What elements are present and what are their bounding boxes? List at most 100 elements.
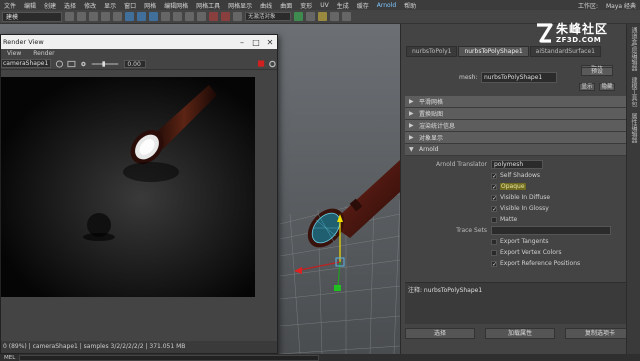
select-object-icon[interactable] [137, 12, 146, 21]
menu-item-create[interactable]: 创建 [40, 1, 60, 10]
opaque-checkbox[interactable]: ✓ [491, 183, 497, 190]
attribute-scroll-area[interactable]: ▶ 平滑网格 ▶ 置换贴图 ▶ 渲染统计信息 ▶ 对象显示 ▼ Arnold A… [405, 96, 629, 292]
workspace-value[interactable]: Maya 经典 [602, 1, 640, 10]
menu-item-deform[interactable]: 变形 [296, 1, 316, 10]
render-view-menubar: View Render [1, 49, 277, 58]
menu-item-mesh-tools[interactable]: 网格工具 [192, 1, 224, 10]
load-attributes-button[interactable]: 加载属性 [485, 328, 555, 339]
matte-checkbox[interactable] [491, 216, 497, 223]
menu-item-mesh-display[interactable]: 网格显示 [224, 1, 256, 10]
new-scene-icon[interactable] [65, 12, 74, 21]
hide-button[interactable]: 隐藏 [599, 83, 615, 91]
search-icon[interactable] [306, 12, 315, 21]
attribute-editor-tab[interactable]: 属性编辑器 [627, 110, 640, 146]
section-label: 渲染统计信息 [419, 123, 456, 130]
visible-in-glossy-checkbox[interactable]: ✓ [491, 205, 497, 212]
section-label: Arnold [419, 146, 439, 153]
render-settings-gear-icon[interactable] [268, 59, 277, 69]
render-settings-icon[interactable] [233, 12, 242, 21]
export-tangents-checkbox[interactable] [491, 238, 497, 245]
copy-tab-button[interactable]: 复制选项卡 [565, 328, 635, 339]
menu-item-generate[interactable]: 生成 [333, 1, 353, 10]
menu-item-curves[interactable]: 曲线 [256, 1, 276, 10]
exposure-value-field[interactable]: 0.00 [124, 59, 147, 68]
notes-panel[interactable]: 注释: nurbsToPolyShape1 [405, 282, 629, 324]
snap-point-icon[interactable] [185, 12, 194, 21]
render-view-menu-render[interactable]: Render [27, 50, 60, 57]
menu-item-surfaces[interactable]: 曲面 [276, 1, 296, 10]
close-icon[interactable]: ✕ [263, 38, 277, 47]
export-reference-positions-checkbox[interactable]: ✓ [491, 260, 497, 267]
section-label: 平滑网格 [419, 99, 444, 106]
save-scene-icon[interactable] [89, 12, 98, 21]
channel-box-tab[interactable]: 通道盒/层编辑器 [627, 24, 640, 74]
render-view-window[interactable]: Render View – □ ✕ View Render cameraShap… [0, 34, 278, 354]
menu-item-arnold[interactable]: Arnold [373, 2, 400, 9]
mel-label[interactable]: MEL [0, 355, 19, 361]
select-button[interactable]: 选择 [405, 328, 475, 339]
show-button[interactable]: 显示 [579, 83, 595, 91]
render-frame-icon[interactable] [209, 12, 218, 21]
menu-item-modify[interactable]: 修改 [80, 1, 100, 10]
section-render-stats[interactable]: ▶ 渲染统计信息 [405, 120, 629, 132]
presets-button[interactable]: 预设 [581, 67, 613, 76]
checkbox-label: Opaque [500, 183, 526, 190]
visible-in-diffuse-checkbox[interactable]: ✓ [491, 194, 497, 201]
sign-in-icon[interactable] [294, 12, 303, 21]
gear-icon[interactable] [79, 59, 88, 69]
minimize-icon[interactable]: – [235, 38, 249, 47]
expand-arrow-icon: ▶ [409, 122, 414, 129]
section-displacement[interactable]: ▶ 置换贴图 [405, 108, 629, 120]
menu-item-cache[interactable]: 缓存 [353, 1, 373, 10]
section-arnold[interactable]: ▼ Arnold [405, 144, 629, 156]
workspace-switcher[interactable]: 工作区: Maya 经典 [574, 1, 640, 10]
section-object-display[interactable]: ▶ 对象显示 [405, 132, 629, 144]
attribute-editor: nurbsToPoly1 nurbsToPolyShape1 aiStandar… [400, 24, 640, 354]
trace-sets-field[interactable] [491, 226, 611, 235]
render-view-menu-view[interactable]: View [1, 50, 27, 57]
tab-nurbs-to-poly[interactable]: nurbsToPoly1 [406, 46, 458, 57]
self-shadows-checkbox[interactable]: ✓ [491, 172, 497, 179]
menu-item-display[interactable]: 显示 [100, 1, 120, 10]
arnold-translator-dropdown[interactable]: polymesh [491, 160, 543, 169]
snap-grid-icon[interactable] [161, 12, 170, 21]
render-output [1, 77, 255, 297]
menu-item-edit[interactable]: 编辑 [20, 1, 40, 10]
collapse-arrow-icon: ▼ [409, 146, 414, 153]
menu-item-uv[interactable]: UV [316, 2, 333, 9]
menu-item-help[interactable]: 帮助 [400, 1, 420, 10]
toggle-attribute-editor-icon[interactable] [330, 12, 339, 21]
snap-surface-icon[interactable] [197, 12, 206, 21]
exposure-icon[interactable] [55, 59, 64, 69]
redo-icon[interactable] [113, 12, 122, 21]
select-hierarchy-icon[interactable] [125, 12, 134, 21]
export-vertex-colors-checkbox[interactable] [491, 249, 497, 256]
arnold-render-icon[interactable] [318, 12, 327, 21]
menu-item-mesh[interactable]: 网格 [140, 1, 160, 10]
tab-nurbs-to-poly-shape[interactable]: nurbsToPolyShape1 [458, 46, 529, 57]
open-scene-icon[interactable] [77, 12, 86, 21]
right-panel-tabs: 通道盒/层编辑器 建模工具包 属性编辑器 [626, 24, 640, 354]
menu-item-file[interactable]: 文件 [0, 1, 20, 10]
trace-sets-row: Trace Sets [405, 225, 629, 236]
menu-item-edit-mesh[interactable]: 编辑网格 [160, 1, 192, 10]
snap-curve-icon[interactable] [173, 12, 182, 21]
render-view-titlebar[interactable]: Render View – □ ✕ [1, 35, 277, 49]
color-correct-icon[interactable] [67, 59, 76, 69]
menu-item-windows[interactable]: 窗口 [120, 1, 140, 10]
command-input[interactable] [19, 354, 320, 361]
menu-item-select[interactable]: 选择 [60, 1, 80, 10]
gamma-slider[interactable] [90, 59, 120, 69]
camera-dropdown[interactable]: cameraShape1 [1, 59, 51, 68]
stop-render-icon[interactable] [258, 59, 265, 68]
ipr-render-icon[interactable] [221, 12, 230, 21]
undo-icon[interactable] [101, 12, 110, 21]
input-line-field[interactable]: 无激活对象 [245, 12, 291, 21]
mesh-name-field[interactable]: nurbsToPolyShape1 [481, 72, 557, 83]
modeling-toolkit-tab[interactable]: 建模工具包 [627, 74, 640, 110]
toggle-channel-box-icon[interactable] [342, 12, 351, 21]
menu-set-dropdown[interactable]: 建模 [2, 11, 62, 22]
select-component-icon[interactable] [149, 12, 158, 21]
maximize-icon[interactable]: □ [249, 38, 263, 47]
section-smooth-mesh[interactable]: ▶ 平滑网格 [405, 96, 629, 108]
